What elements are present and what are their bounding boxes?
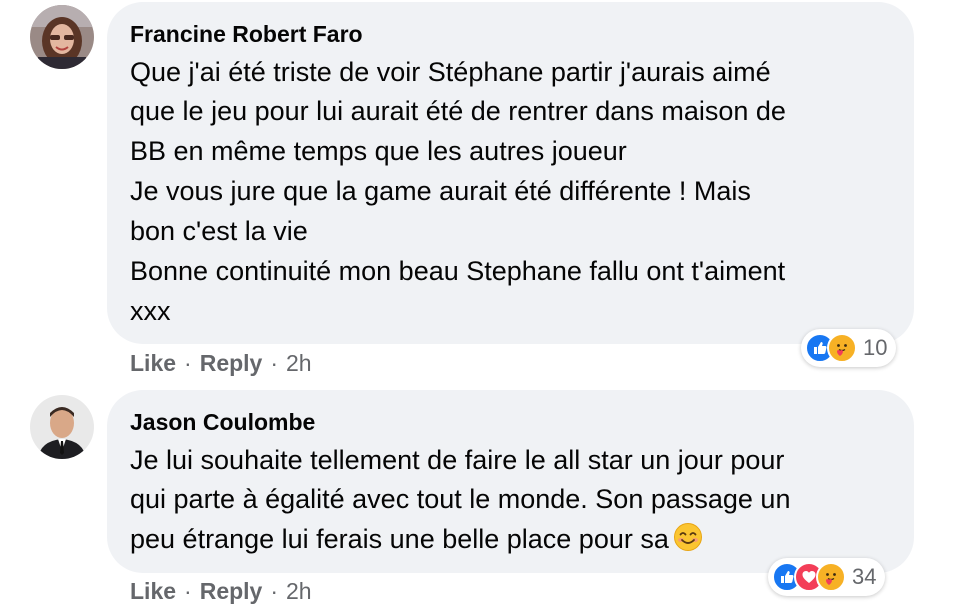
care-icon (827, 333, 857, 363)
comment-author[interactable]: Jason Coulombe (130, 409, 315, 436)
comment-text-line: que le jeu pour lui aurait été de rentre… (130, 96, 786, 126)
comment-actions: Like · Reply · 2h (130, 350, 312, 377)
avatar[interactable] (30, 5, 94, 69)
timestamp[interactable]: 2h (286, 350, 312, 376)
comment-text-line: Je lui souhaite tellement de faire le al… (130, 445, 785, 475)
separator: · (184, 578, 192, 604)
reply-link[interactable]: Reply (200, 350, 263, 376)
separator: · (184, 350, 192, 376)
timestamp[interactable]: 2h (286, 578, 312, 604)
comment-text-line: qui parte à égalité avec tout le monde. … (130, 484, 791, 514)
comment-text-line: Je vous jure que la game aurait été diff… (130, 176, 751, 206)
reaction-count: 10 (863, 335, 888, 360)
avatar[interactable] (30, 395, 94, 459)
comment-bubble: Jason Coulombe Je lui souhaite tellement… (107, 390, 914, 573)
reaction-summary[interactable]: 34 (768, 558, 886, 596)
comment: Francine Robert Faro Que j'ai été triste… (0, 0, 962, 385)
reply-link[interactable]: Reply (200, 578, 263, 604)
like-link[interactable]: Like (130, 578, 176, 604)
comment-text-line: peu étrange lui ferais une belle place p… (130, 519, 703, 563)
separator: · (270, 578, 279, 604)
like-link[interactable]: Like (130, 350, 176, 376)
care-icon (816, 562, 846, 592)
comment-text-line: bon c'est la vie (130, 216, 308, 246)
reaction-count: 34 (852, 564, 877, 589)
comment-bubble: Francine Robert Faro Que j'ai été triste… (107, 2, 914, 344)
comment-actions: Like · Reply · 2h (130, 578, 312, 605)
smiling-face-emoji-icon (673, 522, 703, 563)
avatar-photo (30, 5, 94, 69)
comment: Jason Coulombe Je lui souhaite tellement… (0, 388, 962, 614)
separator: · (270, 350, 279, 376)
reaction-summary[interactable]: 10 (801, 329, 897, 367)
comment-author[interactable]: Francine Robert Faro (130, 21, 363, 48)
comment-text-line: Bonne continuité mon beau Stephane fallu… (130, 256, 786, 286)
comment-text-line: BB en même temps que les autres joueur (130, 136, 627, 166)
comment-text-line: xxx (130, 296, 171, 326)
avatar-photo (30, 395, 94, 459)
comment-text: peu étrange lui ferais une belle place p… (130, 524, 669, 554)
comment-text-line: Que j'ai été triste de voir Stéphane par… (130, 57, 771, 87)
